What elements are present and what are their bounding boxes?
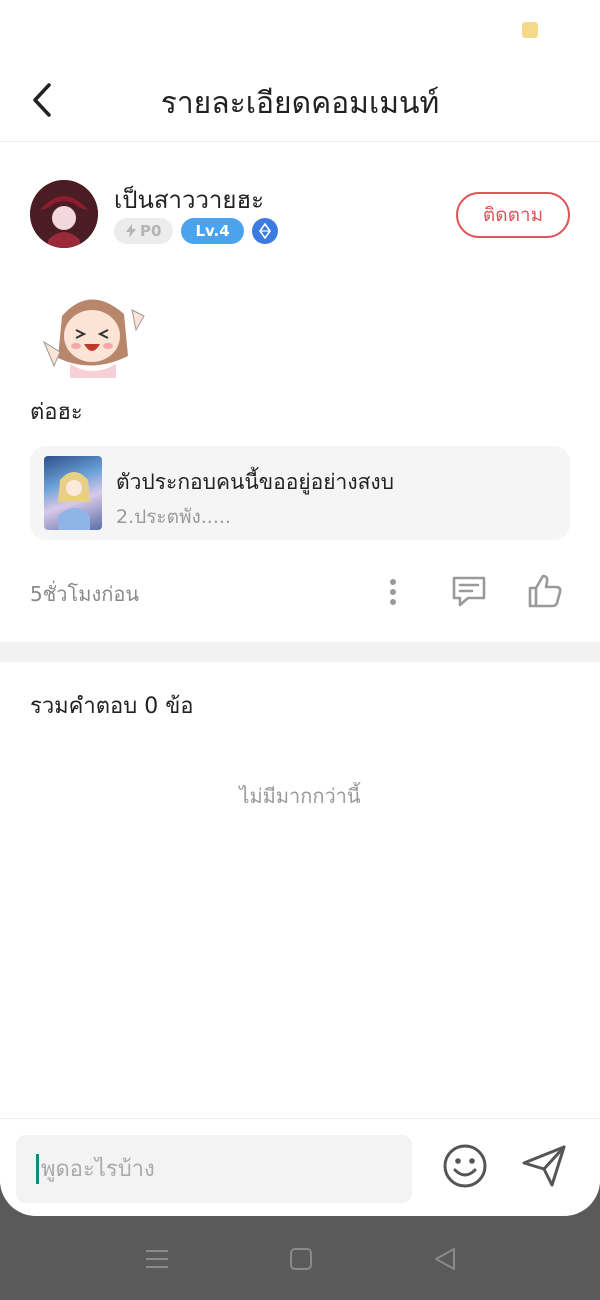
sticker-image	[32, 286, 152, 378]
book-card[interactable]: ตัวประกอบคนนี้ขออยู่อย่างสงบ 2.ประตพัง..…	[30, 446, 570, 540]
avatar-image	[30, 180, 98, 248]
section-divider	[0, 642, 600, 662]
send-icon[interactable]	[518, 1141, 570, 1191]
comment-time: 5ชั่วโมงก่อน	[30, 582, 140, 606]
home-icon[interactable]	[288, 1246, 314, 1272]
reply-input-bar	[0, 1118, 600, 1216]
system-navigation-bar	[0, 1216, 600, 1300]
back-triangle-icon[interactable]	[432, 1246, 458, 1272]
book-title: ตัวประกอบคนนี้ขออยู่อย่างสงบ	[116, 470, 394, 494]
comment-text: ต่อฮะ	[30, 400, 83, 425]
page-title: รายละเอียดคอมเมนท์	[160, 86, 440, 121]
menu-icon[interactable]	[144, 1246, 170, 1272]
screen: รายละเอียดคอมเมนท์ เป็นสาววายฮะ P0 Lv.4	[0, 0, 600, 1216]
text-caret	[36, 1154, 39, 1184]
user-row: เป็นสาววายฮะ P0 Lv.4 ติดตาม	[30, 180, 570, 250]
status-indicator	[522, 22, 538, 38]
more-vertical-icon[interactable]	[376, 572, 410, 612]
user-badges: P0 Lv.4	[114, 218, 278, 244]
points-badge-label: P0	[140, 222, 162, 240]
points-badge: P0	[114, 218, 174, 244]
gem-icon	[251, 218, 278, 244]
smiley-icon[interactable]	[440, 1141, 490, 1191]
comment-meta-row: 5ชั่วโมงก่อน	[30, 566, 570, 616]
thumbs-up-icon[interactable]	[524, 570, 566, 612]
header: รายละเอียดคอมเมนท์	[0, 58, 600, 142]
reply-input-container[interactable]	[16, 1135, 412, 1203]
follow-button[interactable]: ติดตาม	[456, 192, 570, 238]
no-more-text: ไม่มีมากกว่านี้	[239, 784, 361, 808]
avatar[interactable]	[30, 180, 98, 248]
book-subtitle: 2.ประตพัง.....	[116, 506, 231, 528]
username[interactable]: เป็นสาววายฮะ	[114, 180, 264, 219]
reply-input[interactable]	[41, 1156, 381, 1182]
lightning-icon	[126, 224, 136, 238]
comment-icon[interactable]	[448, 570, 490, 612]
replies-count-title: รวมคำตอบ 0 ข้อ	[30, 694, 194, 719]
level-badge: Lv.4	[181, 218, 244, 244]
book-cover-image	[44, 456, 102, 530]
